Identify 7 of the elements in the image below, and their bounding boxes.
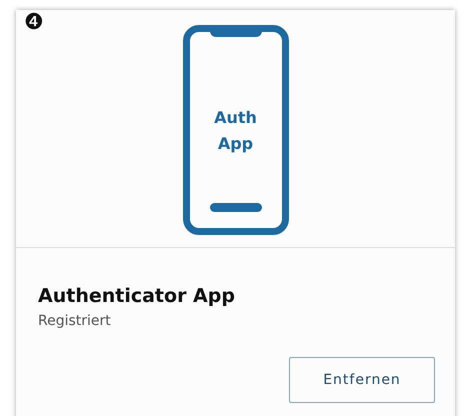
remove-button[interactable]: Entfernen [289, 357, 435, 403]
home-bar [210, 203, 262, 212]
status-text: Registriert [38, 313, 112, 329]
card-title: Authenticator App [38, 285, 236, 307]
phone-notch [210, 31, 262, 37]
step-number: ❹ [24, 12, 44, 34]
illustration-text: Auth App [214, 107, 257, 155]
